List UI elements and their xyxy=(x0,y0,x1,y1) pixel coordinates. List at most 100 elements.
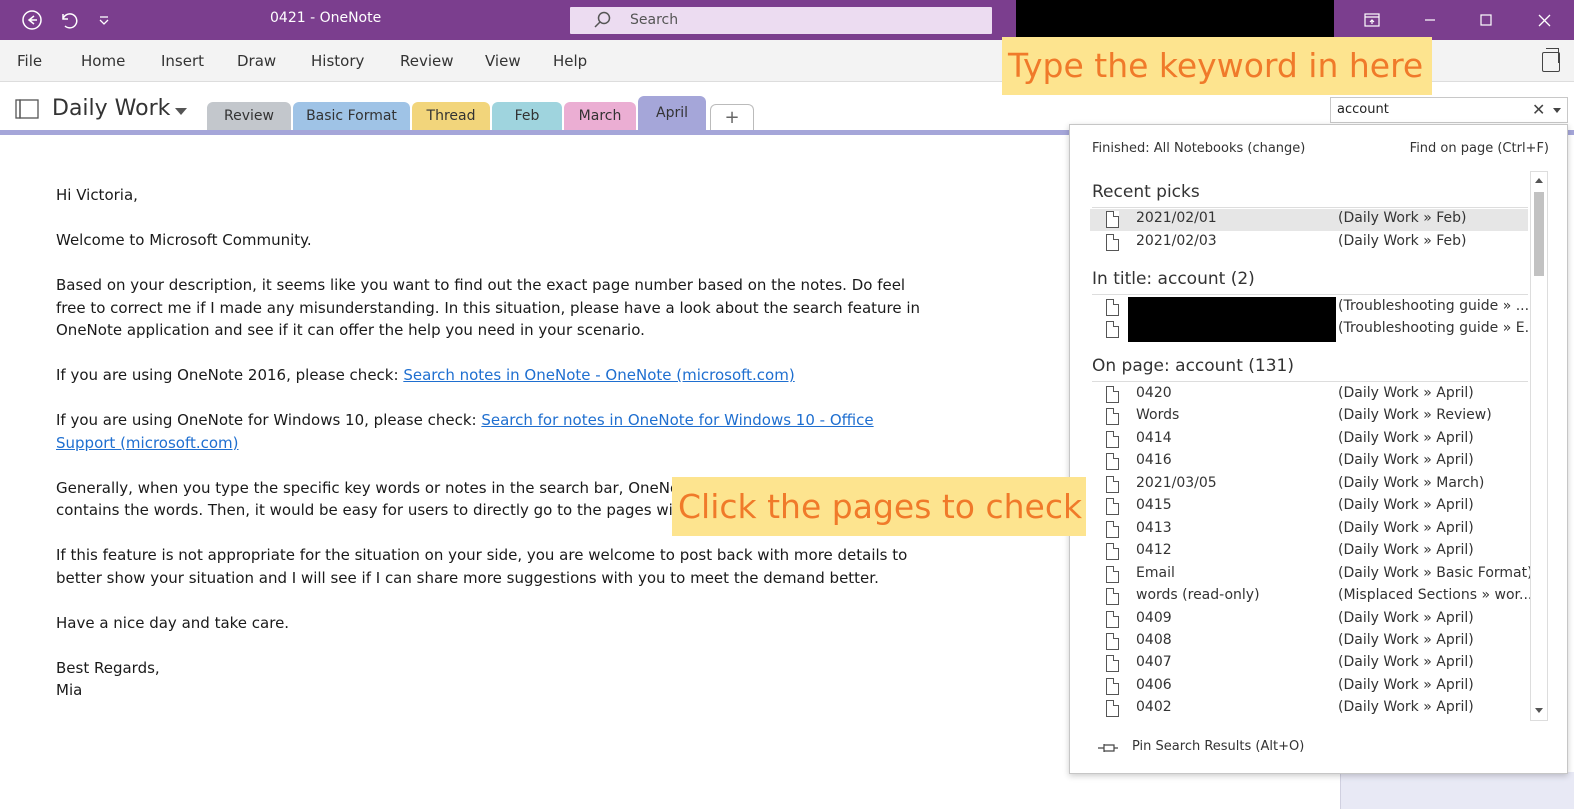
page-content[interactable]: Hi Victoria, Welcome to Microsoft Commun… xyxy=(56,184,936,702)
result-row[interactable]: 2021/02/01 (Daily Work » Feb) xyxy=(1090,209,1528,231)
result-location: (Daily Work » April) xyxy=(1338,519,1474,536)
result-location: (Daily Work » April) xyxy=(1338,676,1474,693)
paragraph-description: Based on your description, it seems like… xyxy=(56,276,921,339)
title-search-box[interactable]: Search xyxy=(570,7,992,34)
menu-draw[interactable]: Draw xyxy=(237,52,276,70)
result-row[interactable]: 0416 (Daily Work » April) xyxy=(1090,451,1528,473)
page-icon xyxy=(1106,475,1119,493)
tab-basic-format[interactable]: Basic Format xyxy=(293,102,410,130)
tab-review[interactable]: Review xyxy=(207,102,291,130)
tab-april[interactable]: April xyxy=(638,96,706,130)
signature: Best Regards, Mia xyxy=(56,657,936,702)
result-page-name: 2021/02/01 xyxy=(1136,210,1217,226)
result-location: (Daily Work » March) xyxy=(1338,474,1485,491)
result-page-name: 0406 xyxy=(1136,676,1172,693)
result-row[interactable]: Email (Daily Work » Basic Format) xyxy=(1090,564,1533,586)
scroll-thumb[interactable] xyxy=(1534,192,1544,276)
result-location: (Daily Work » April) xyxy=(1338,452,1474,469)
signature-name: Mia xyxy=(56,681,83,699)
results-scrollbar[interactable] xyxy=(1530,171,1548,721)
undo-icon[interactable] xyxy=(54,6,82,34)
result-row[interactable]: 0415 (Daily Work » April) xyxy=(1090,496,1528,518)
result-page-name: 0420 xyxy=(1136,385,1172,401)
result-page-name: 2021/03/05 xyxy=(1136,474,1217,491)
result-row[interactable]: 0406 (Daily Work » April) xyxy=(1090,676,1528,698)
result-row[interactable]: 2021/02/03 (Daily Work » Feb) xyxy=(1090,232,1528,254)
page-list-pane xyxy=(1340,772,1574,809)
notebook-dropdown-icon[interactable] xyxy=(175,108,187,115)
result-location: (Daily Work » Review) xyxy=(1338,407,1492,424)
welcome-line: Welcome to Microsoft Community. xyxy=(56,231,312,249)
menu-help[interactable]: Help xyxy=(553,52,587,70)
onenote-2016-text: If you are using OneNote 2016, please ch… xyxy=(56,366,404,384)
link-onenote-2016[interactable]: Search notes in OneNote - OneNote (micro… xyxy=(403,366,794,384)
pin-icon xyxy=(1098,744,1118,752)
maximize-icon[interactable] xyxy=(1458,0,1514,40)
minimize-icon[interactable] xyxy=(1402,0,1458,40)
result-page-name: 2021/02/03 xyxy=(1136,233,1217,249)
menu-review[interactable]: Review xyxy=(400,52,454,70)
notebook-name[interactable]: Daily Work xyxy=(52,96,170,121)
result-page-name: 0413 xyxy=(1136,519,1172,536)
scroll-up-icon[interactable] xyxy=(1532,174,1546,188)
result-page-name: words (read-only) xyxy=(1136,587,1260,604)
result-page-name: 0407 xyxy=(1136,654,1172,671)
page-icon xyxy=(1106,453,1119,471)
menu-history[interactable]: History xyxy=(311,52,364,70)
search-scope-dropdown-icon[interactable] xyxy=(1553,108,1561,113)
menu-insert[interactable]: Insert xyxy=(161,52,204,70)
result-page-name: Email xyxy=(1136,564,1175,581)
result-page-name: Words xyxy=(1136,407,1180,424)
result-row[interactable]: 0402 (Daily Work » April) xyxy=(1090,698,1528,720)
recent-divider xyxy=(1092,207,1528,208)
greeting: Hi Victoria, xyxy=(56,186,138,204)
result-row[interactable]: 0407 (Daily Work » April) xyxy=(1090,653,1528,675)
result-location: (Troubleshooting guide » ... xyxy=(1338,298,1530,314)
result-row[interactable]: 0409 (Daily Work » April) xyxy=(1090,609,1528,631)
result-location: (Daily Work » Feb) xyxy=(1338,233,1467,249)
result-row[interactable]: 0412 (Daily Work » April) xyxy=(1090,541,1528,563)
back-icon[interactable] xyxy=(18,6,46,34)
result-row[interactable]: 2021/03/05 (Daily Work » March) xyxy=(1090,474,1528,496)
annotation-pages: Click the pages to check xyxy=(672,477,1086,536)
annotation-keyword: Type the keyword in here xyxy=(1002,37,1432,95)
menu-home[interactable]: Home xyxy=(81,52,125,70)
result-row[interactable]: Words (Daily Work » Review) xyxy=(1090,406,1528,428)
page-icon xyxy=(1106,520,1119,538)
notebook-icon[interactable] xyxy=(14,98,40,120)
page-icon xyxy=(1106,408,1119,426)
closing-line: Have a nice day and take care. xyxy=(56,613,290,632)
find-on-page-link[interactable]: Find on page (Ctrl+F) xyxy=(1410,141,1549,156)
page-icon xyxy=(1106,700,1119,718)
result-row[interactable]: 0408 (Daily Work » April) xyxy=(1090,631,1528,653)
menu-view[interactable]: View xyxy=(485,52,521,70)
ribbon-display-icon[interactable] xyxy=(1344,0,1400,40)
customize-quick-access-icon[interactable] xyxy=(90,6,118,34)
result-row[interactable]: words (read-only) (Misplaced Sections » w… xyxy=(1090,586,1532,608)
result-page-name: 0409 xyxy=(1136,609,1172,626)
result-row[interactable]: 0420 (Daily Work » April) xyxy=(1090,384,1528,406)
close-icon[interactable] xyxy=(1516,0,1572,40)
page-icon xyxy=(1106,588,1119,606)
page-icon xyxy=(1106,321,1119,338)
result-row[interactable]: 0414 (Daily Work » April) xyxy=(1090,429,1528,451)
result-location: (Daily Work » April) xyxy=(1338,654,1474,671)
window-title: 0421 - OneNote xyxy=(270,10,382,26)
menu-file[interactable]: File xyxy=(17,52,42,70)
full-page-view-icon[interactable] xyxy=(1542,48,1560,72)
search-input[interactable] xyxy=(1337,102,1517,117)
search-scope-status[interactable]: Finished: All Notebooks (change) xyxy=(1092,141,1305,156)
tab-march[interactable]: March xyxy=(564,102,636,130)
clear-search-icon[interactable]: ✕ xyxy=(1532,100,1545,119)
result-location: (Daily Work » April) xyxy=(1338,542,1474,559)
tab-thread[interactable]: Thread xyxy=(412,102,490,130)
result-page-name: 0416 xyxy=(1136,452,1172,469)
search-box[interactable]: ✕ xyxy=(1330,97,1568,123)
redacted-titles xyxy=(1128,297,1336,342)
scroll-down-icon[interactable] xyxy=(1532,704,1546,718)
add-section-button[interactable]: + xyxy=(710,104,754,130)
search-icon xyxy=(594,11,611,28)
tab-feb[interactable]: Feb xyxy=(492,102,562,130)
page-icon xyxy=(1106,655,1119,673)
result-row[interactable]: 0413 (Daily Work » April) xyxy=(1090,519,1528,541)
